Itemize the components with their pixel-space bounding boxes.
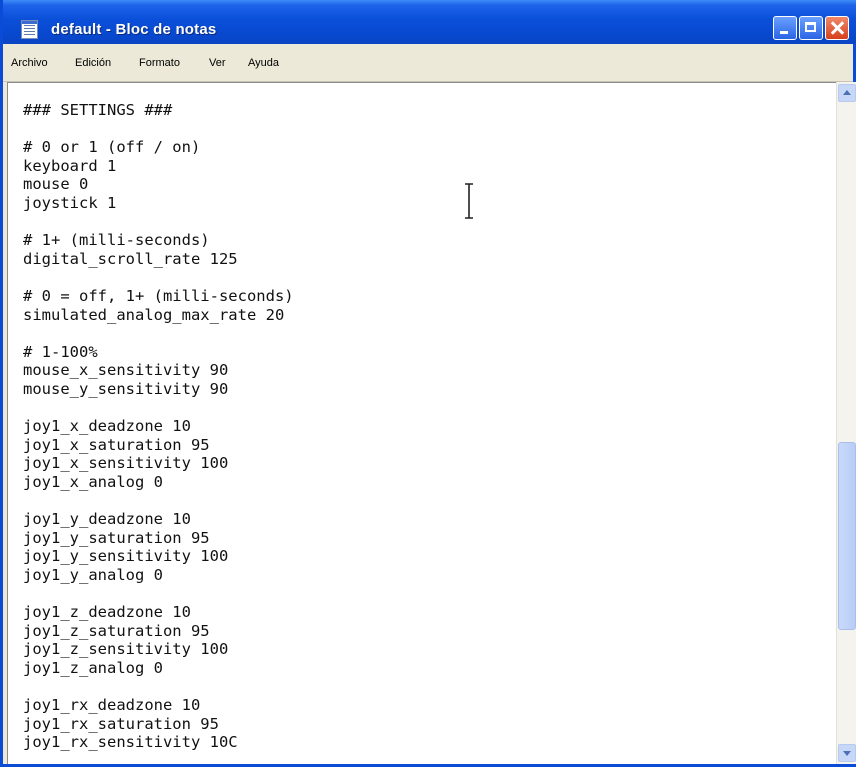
text-line: joy1_x_deadzone 10 bbox=[23, 417, 191, 436]
title-bar[interactable]: default - Bloc de notas bbox=[3, 0, 856, 44]
text-line bbox=[23, 399, 294, 418]
menu-formato[interactable]: Formato bbox=[139, 57, 180, 69]
text-line: # 1-100% bbox=[23, 342, 98, 361]
notepad-icon[interactable] bbox=[21, 20, 38, 39]
text-line: joy1_x_analog 0 bbox=[23, 472, 163, 491]
text-line: joy1_x_sensitivity 100 bbox=[23, 454, 229, 473]
text-line: # 1+ (milli-seconds) bbox=[23, 231, 210, 250]
menu-edicion[interactable]: Edición bbox=[75, 57, 111, 69]
editor-content: ### SETTINGS ### # 0 or 1 (off / on) keybo… bbox=[23, 101, 294, 752]
text-line: mouse_y_sensitivity 90 bbox=[23, 379, 229, 398]
text-line bbox=[23, 584, 294, 603]
text-line: # 0 = off, 1+ (milli-seconds) bbox=[23, 286, 294, 305]
scrollbar-thumb[interactable] bbox=[838, 442, 856, 630]
text-line bbox=[23, 324, 294, 343]
window-title: default - Bloc de notas bbox=[51, 21, 217, 38]
minimize-button[interactable] bbox=[773, 16, 797, 40]
menu-bar: Archivo Edición Formato Ver Ayuda bbox=[3, 44, 853, 82]
text-line: joy1_z_sensitivity 100 bbox=[23, 640, 229, 659]
text-line bbox=[23, 677, 294, 696]
text-line bbox=[23, 213, 294, 232]
text-editor[interactable]: ### SETTINGS ### # 0 or 1 (off / on) keybo… bbox=[7, 82, 836, 764]
text-line: digital_scroll_rate 125 bbox=[23, 249, 238, 268]
text-line: joy1_rx_deadzone 10 bbox=[23, 696, 201, 714]
text-line: joy1_z_analog 0 bbox=[23, 658, 163, 677]
text-line bbox=[23, 491, 294, 510]
text-line: joy1_y_sensitivity 100 bbox=[23, 547, 229, 566]
scroll-down-button[interactable] bbox=[838, 744, 856, 762]
scroll-up-button[interactable] bbox=[838, 84, 856, 102]
menu-archivo[interactable]: Archivo bbox=[11, 57, 48, 69]
text-cursor-icon bbox=[465, 183, 473, 219]
text-line bbox=[23, 120, 294, 139]
text-line: joy1_z_deadzone 10 bbox=[23, 603, 191, 622]
text-line: ### SETTINGS ### bbox=[23, 101, 173, 119]
menu-ver[interactable]: Ver bbox=[209, 57, 226, 69]
text-line: joy1_x_saturation 95 bbox=[23, 435, 210, 454]
text-line: mouse_x_sensitivity 90 bbox=[23, 361, 229, 380]
menu-ayuda[interactable]: Ayuda bbox=[248, 57, 279, 69]
vertical-scrollbar[interactable] bbox=[836, 82, 856, 764]
text-line: keyboard 1 bbox=[23, 156, 117, 175]
text-line: simulated_analog_max_rate 20 bbox=[23, 305, 285, 324]
close-button[interactable] bbox=[825, 16, 849, 40]
text-line: joy1_rx_saturation 95 bbox=[23, 714, 219, 733]
text-line: joystick 1 bbox=[23, 193, 117, 212]
text-line: joy1_y_saturation 95 bbox=[23, 528, 210, 547]
text-line: joy1_z_saturation 95 bbox=[23, 621, 210, 640]
text-line: # 0 or 1 (off / on) bbox=[23, 138, 201, 157]
maximize-button[interactable] bbox=[799, 16, 823, 40]
text-line: joy1_rx_sensitivity 10C bbox=[23, 733, 238, 752]
text-line: mouse 0 bbox=[23, 175, 89, 194]
text-line: joy1_y_analog 0 bbox=[23, 565, 163, 584]
text-line: joy1_y_deadzone 10 bbox=[23, 510, 191, 529]
notepad-window: default - Bloc de notas Archivo Edición … bbox=[0, 0, 856, 767]
text-line bbox=[23, 268, 294, 287]
